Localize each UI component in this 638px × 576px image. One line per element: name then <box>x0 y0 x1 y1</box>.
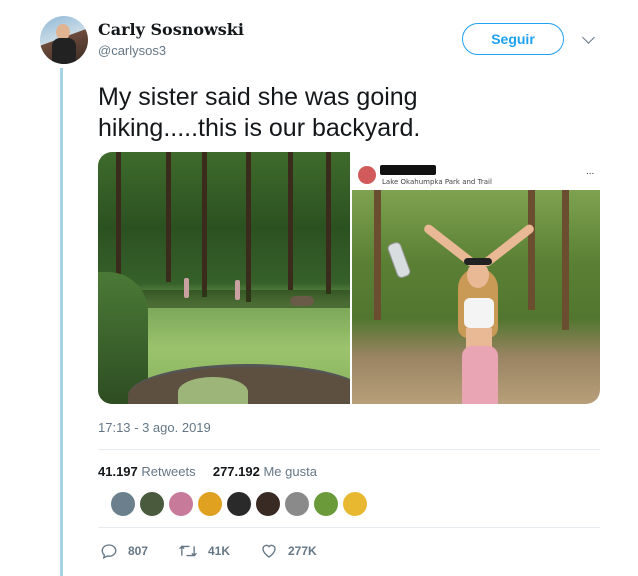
location-label: Lake Okahumpka Park and Trail <box>382 178 492 186</box>
display-name[interactable]: Carly Sosnowski <box>98 20 244 39</box>
user-handle[interactable]: @carlysos3 <box>98 43 166 58</box>
person-figure <box>235 280 240 300</box>
divider <box>98 449 600 450</box>
like-count: 277K <box>288 544 317 558</box>
liker-avatar[interactable] <box>110 491 136 517</box>
midriff <box>466 328 492 348</box>
reply-count: 807 <box>128 544 149 558</box>
poster-avatar <box>358 166 376 184</box>
tweet-timestamp[interactable]: 17:13 - 3 ago. 2019 <box>98 420 211 435</box>
avatar[interactable] <box>40 16 88 64</box>
tree-trunk <box>202 152 207 297</box>
tree-trunk <box>288 152 293 290</box>
likes-count[interactable]: 277.192 <box>213 464 260 479</box>
liker-avatar[interactable] <box>284 491 310 517</box>
visor <box>464 258 492 265</box>
like-button[interactable]: 277K <box>260 542 317 560</box>
redacted-name <box>380 165 436 175</box>
person-figure <box>184 278 189 298</box>
pink-leggings <box>462 346 498 404</box>
liker-avatar[interactable] <box>342 491 368 517</box>
liker-avatar[interactable] <box>139 491 165 517</box>
post-header: Lake Okahumpka Park and Trail ... <box>352 160 600 190</box>
conversation-thread-line <box>60 68 63 576</box>
retweet-button[interactable]: 41K <box>178 542 230 560</box>
liker-avatar[interactable] <box>313 491 339 517</box>
liker-avatar[interactable] <box>168 491 194 517</box>
liker-avatar[interactable] <box>255 491 281 517</box>
chevron-down-icon[interactable] <box>582 31 595 44</box>
follow-button[interactable]: Seguir <box>462 23 564 55</box>
forest-photo <box>352 190 600 404</box>
water-bottle <box>386 240 412 280</box>
retweets-label[interactable]: Retweets <box>141 464 195 479</box>
backyard-photo[interactable] <box>98 152 350 404</box>
tree-trunk <box>116 152 121 292</box>
retweets-count[interactable]: 41.197 <box>98 464 138 479</box>
rock <box>290 296 314 306</box>
hiking-screenshot-photo[interactable]: Lake Okahumpka Park and Trail ... <box>352 152 600 404</box>
reply-icon <box>101 544 117 559</box>
ornamental-grass <box>178 377 248 404</box>
liker-avatar[interactable] <box>226 491 252 517</box>
retweet-icon <box>179 545 197 557</box>
liker-avatar[interactable] <box>197 491 223 517</box>
woman-head <box>467 262 489 288</box>
tweet-stats: 41.197 Retweets 277.192 Me gusta <box>98 464 317 479</box>
heart-icon <box>262 544 276 558</box>
tree-trunk <box>528 190 535 310</box>
tree-trunk <box>246 152 251 302</box>
more-icon: ... <box>586 166 595 177</box>
tree-trunk <box>166 152 171 282</box>
retweet-count: 41K <box>208 544 231 558</box>
likes-label[interactable]: Me gusta <box>263 464 316 479</box>
tweet-text: My sister said she was going hiking.....… <box>98 83 421 142</box>
tree-trunk <box>374 190 381 320</box>
reply-button[interactable]: 807 <box>100 542 148 560</box>
white-top <box>464 298 494 328</box>
tweet-media[interactable]: Lake Okahumpka Park and Trail ... <box>98 152 600 404</box>
divider <box>98 527 600 528</box>
tree-trunk <box>326 152 331 294</box>
tree-trunk <box>562 190 569 330</box>
avatar-body-shape <box>52 38 76 64</box>
